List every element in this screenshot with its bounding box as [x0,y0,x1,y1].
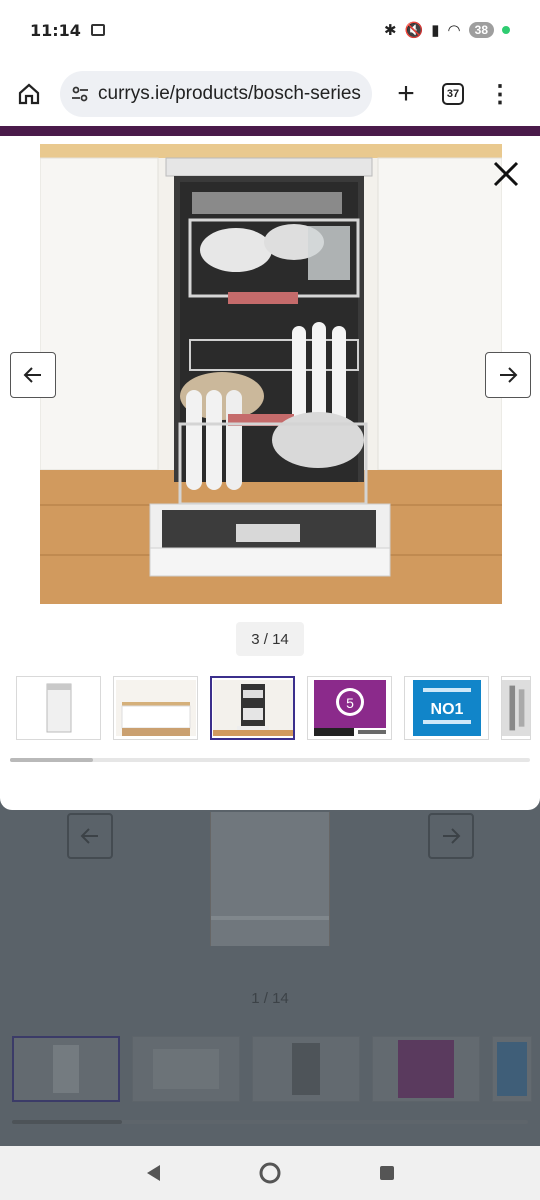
tab-switcher-button[interactable]: 37 [442,83,464,105]
battery-icon: 38 [468,22,494,38]
status-icons: ✱ 🔇 ▮ ◠ 38 [384,21,510,39]
bg-thumbnail-row [12,1036,532,1102]
thumbnail-dishwasher-front[interactable] [16,676,101,740]
warranty-badge-icon: 5 [313,680,386,736]
arrow-right-icon [500,367,518,383]
close-icon [493,161,519,187]
open-dishwasher-thumb-image [212,680,293,736]
thumbnail-dishwasher-open[interactable] [210,676,295,740]
bluetooth-icon: ✱ [384,22,397,39]
recents-icon[interactable] [378,1164,396,1182]
bg-thumbnail-scrollbar [12,1120,528,1124]
home-circle-icon[interactable] [258,1161,282,1185]
thumbnail-interior[interactable] [501,676,531,740]
status-time: 11:14 [30,20,81,40]
thumbnail-scrollbar[interactable] [10,758,530,762]
dishwasher-open-illustration [40,144,502,604]
close-gallery-button[interactable] [486,154,526,194]
privacy-dot-icon [502,26,510,34]
site-header-band [0,126,540,136]
kitchen-thumb-image [115,680,196,736]
address-bar[interactable]: currys.ie/products/bosch-series [60,71,372,117]
next-image-button[interactable] [485,352,531,398]
thumbnail-no1-brand[interactable]: NO1 [404,676,489,740]
bg-thumbnail [132,1036,240,1102]
arrow-right-icon [443,828,461,844]
home-button[interactable] [12,77,46,111]
notification-icon [90,24,105,36]
arrow-left-icon [80,828,98,844]
bg-prev-button [67,813,113,859]
signal-icon: ▮ [431,22,440,39]
bg-thumbnail [372,1036,480,1102]
thumbnail-warranty[interactable]: 5 [307,676,392,740]
mute-icon: 🔇 [404,22,424,39]
browser-toolbar: currys.ie/products/bosch-series + 37 ⋮ [0,62,540,126]
interior-thumb-image [502,680,530,736]
arrow-left-icon [23,367,41,383]
url-text: currys.ie/products/bosch-series [98,83,361,104]
dishwasher-thumb-image [46,683,71,733]
new-tab-button[interactable]: + [388,77,424,111]
home-icon [18,83,40,105]
thumbnail-strip: 5 NO1 [16,676,531,740]
back-icon[interactable] [144,1163,162,1183]
main-product-image [40,144,502,604]
bg-thumbnail [252,1036,360,1102]
site-settings-icon [72,86,88,102]
status-bar: 11:14 ✱ 🔇 ▮ ◠ 38 [0,0,540,60]
more-menu-button[interactable]: ⋮ [488,80,512,109]
bg-next-button [428,813,474,859]
bg-thumbnail [12,1036,120,1102]
brand-badge-text: NO1 [430,701,463,718]
image-gallery-modal: 3 / 14 5 NO1 [0,136,540,810]
system-navigation-bar [0,1146,540,1200]
image-counter: 3 / 14 [236,622,304,656]
warranty-badge-number: 5 [346,695,354,711]
bg-product-image [210,812,330,946]
scrollbar-thumb[interactable] [10,758,94,762]
brand-badge-icon: NO1 [412,680,481,736]
previous-image-button[interactable] [10,352,56,398]
bg-image-counter: 1 / 14 [251,990,289,1007]
thumbnail-kitchen[interactable] [113,676,198,740]
wifi-icon: ◠ [447,22,461,39]
bg-thumbnail [492,1036,532,1102]
